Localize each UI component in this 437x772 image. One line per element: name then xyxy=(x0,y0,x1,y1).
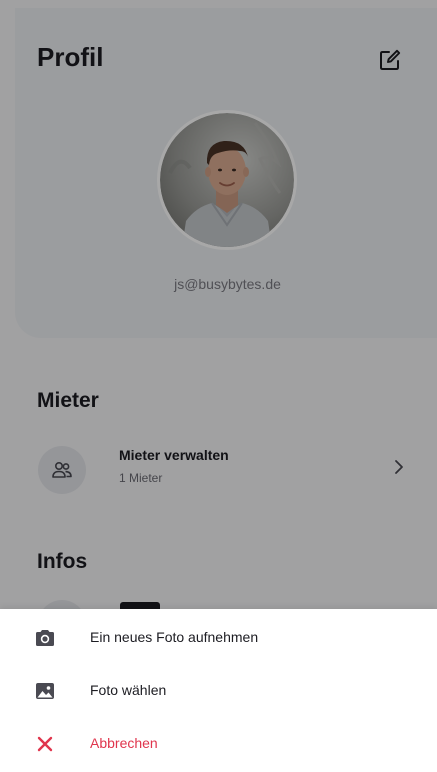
screen: Profil js@busybytes.de Mieter Mieter ver… xyxy=(0,0,437,772)
bottom-sheet: Ein neues Foto aufnehmen Foto wählen Abb… xyxy=(0,609,437,772)
take-photo-label: Ein neues Foto aufnehmen xyxy=(90,629,259,645)
choose-photo-label: Foto wählen xyxy=(90,682,167,698)
cancel-label: Abbrechen xyxy=(90,735,158,751)
choose-photo-option[interactable]: Foto wählen xyxy=(0,664,437,716)
take-photo-option[interactable]: Ein neues Foto aufnehmen xyxy=(0,611,437,663)
image-icon xyxy=(36,683,54,699)
cancel-option[interactable]: Abbrechen xyxy=(0,717,437,769)
close-icon xyxy=(37,736,53,752)
camera-icon xyxy=(36,630,54,646)
